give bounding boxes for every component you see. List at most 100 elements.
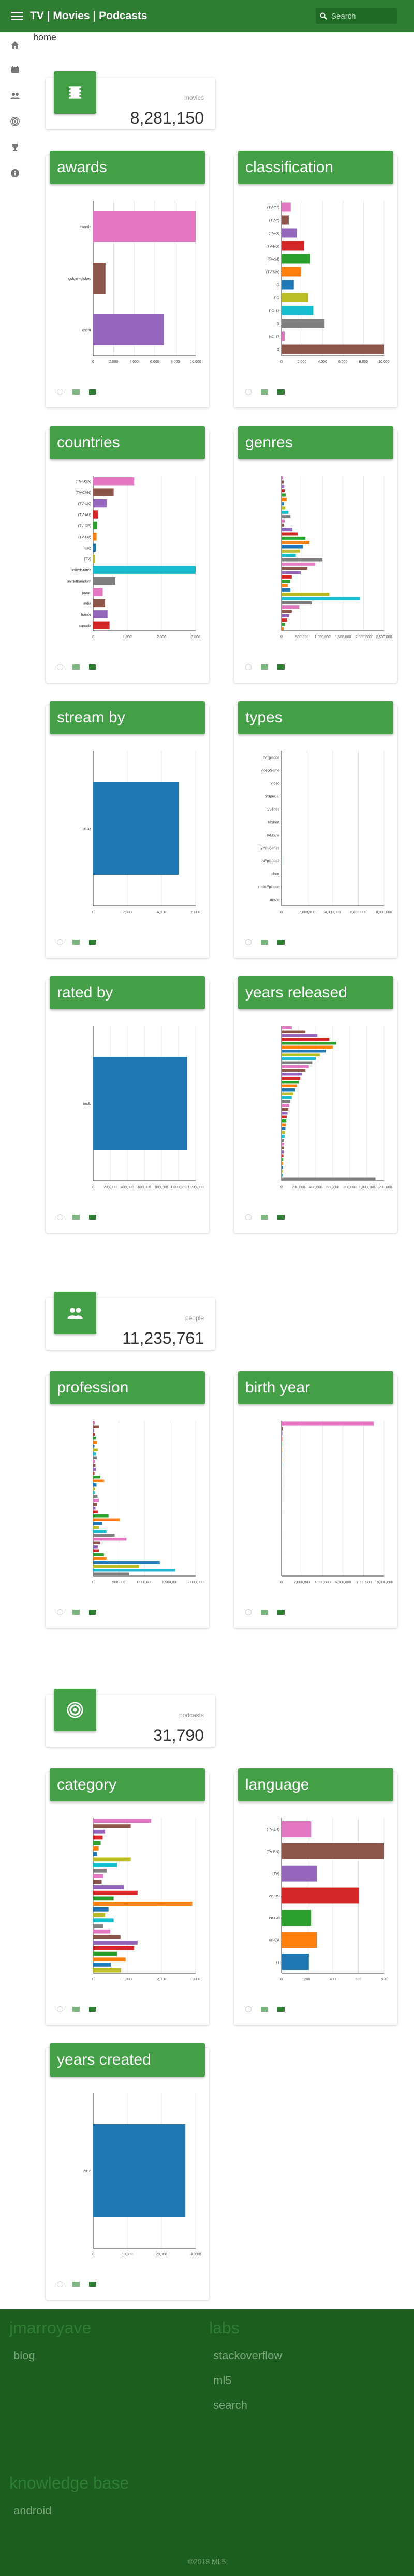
x-tick-label: 1,000 [123, 1978, 132, 1981]
x-tick-label: 800,000 [343, 1186, 356, 1189]
footer-link-ml5[interactable]: ml5 [213, 2374, 282, 2387]
list-icon[interactable] [261, 389, 268, 395]
footer-link-stackoverflow[interactable]: stackoverflow [213, 2349, 282, 2362]
bar [282, 610, 292, 613]
trophy-icon[interactable] [9, 142, 21, 153]
info-icon[interactable] [57, 389, 63, 395]
info-icon[interactable] [245, 939, 252, 945]
bar [282, 306, 314, 315]
list-icon[interactable] [72, 1215, 80, 1220]
bar [93, 1968, 122, 1973]
list-icon[interactable] [72, 2007, 80, 2012]
people-icon[interactable] [9, 90, 21, 101]
bar [282, 1131, 285, 1134]
chart-icon[interactable] [89, 2007, 96, 2012]
list-icon[interactable] [261, 940, 268, 945]
info-icon[interactable] [245, 1609, 252, 1615]
bar [282, 1427, 283, 1431]
info-icon[interactable] [57, 1609, 63, 1615]
bar [282, 1170, 283, 1173]
bar [93, 1561, 160, 1564]
category-label: en-GB [269, 1917, 280, 1920]
x-tick-label: 200,000 [292, 1186, 305, 1189]
chart-icon[interactable] [277, 1610, 285, 1615]
panel-footer [57, 664, 96, 670]
app-header: TV | Movies | Podcasts [0, 0, 414, 32]
footer-link-android[interactable]: android [13, 2504, 129, 2518]
podcast-icon [54, 1689, 96, 1731]
bar [282, 601, 312, 604]
info-icon[interactable] [9, 168, 21, 179]
menu-icon[interactable] [11, 12, 23, 20]
movie-icon[interactable] [9, 64, 21, 75]
chart-icon[interactable] [277, 2007, 285, 2012]
list-icon[interactable] [261, 1610, 268, 1615]
search-input[interactable] [330, 11, 392, 21]
info-icon[interactable] [245, 1214, 252, 1220]
info-icon[interactable] [57, 939, 63, 945]
list-icon[interactable] [72, 940, 80, 945]
x-tick-label: 200,000 [103, 1186, 116, 1189]
footer-link-search[interactable]: search [213, 2399, 282, 2412]
bar [282, 1123, 286, 1126]
category-label: short [271, 873, 279, 876]
bar [282, 1150, 284, 1154]
bar [93, 1957, 126, 1962]
category-label: (TV-G) [269, 232, 279, 236]
stat-label: movies [184, 94, 204, 101]
chart-icon[interactable] [277, 389, 285, 395]
list-icon[interactable] [261, 664, 268, 670]
list-icon[interactable] [261, 1215, 268, 1220]
list-icon[interactable] [72, 664, 80, 670]
info-icon[interactable] [57, 2281, 63, 2287]
breadcrumb[interactable]: home [33, 32, 56, 43]
bar [282, 1092, 294, 1095]
footer-heading: knowledge base [9, 2474, 129, 2492]
info-icon[interactable] [245, 389, 252, 395]
panel-footer [57, 2006, 96, 2012]
info-icon[interactable] [245, 2006, 252, 2012]
chart-icon[interactable] [277, 664, 285, 670]
chart-icon[interactable] [89, 1215, 96, 1220]
search-icon [320, 12, 327, 20]
bar [93, 2124, 186, 2217]
footer-link-blog[interactable]: blog [13, 2349, 91, 2362]
x-tick-label: 0 [280, 635, 283, 639]
home-icon[interactable] [9, 39, 21, 51]
panel-footer [245, 2006, 285, 2012]
podcast-icon[interactable] [9, 116, 21, 127]
category-label: awards [79, 225, 91, 229]
chart-icon[interactable] [89, 664, 96, 670]
x-tick-label: 20,000 [156, 2253, 167, 2256]
chart-icon[interactable] [89, 389, 96, 395]
info-icon[interactable] [245, 664, 252, 670]
bar [93, 1890, 138, 1895]
category-label: (TV-FR) [78, 536, 91, 539]
bar [282, 1115, 287, 1118]
list-icon[interactable] [72, 1610, 80, 1615]
category-label: tvMiniSeries [260, 847, 280, 851]
profession-chart: 0 500,000 1,000,000 1,500,000 2,000,000 [92, 1421, 204, 1584]
bar [282, 1843, 384, 1859]
info-icon[interactable] [57, 2006, 63, 2012]
site-footer: jmarroyave blog labs stackoverflow ml5 s… [0, 2309, 414, 2576]
x-tick-label: 2,000 [298, 360, 307, 364]
list-icon[interactable] [261, 2007, 268, 2012]
list-icon[interactable] [72, 2282, 80, 2287]
bar [282, 497, 287, 501]
chart-icon[interactable] [89, 1610, 96, 1615]
chart-icon[interactable] [277, 940, 285, 945]
category-label: (UK) [84, 547, 91, 550]
chart-icon[interactable] [277, 1215, 285, 1220]
info-icon[interactable] [57, 1214, 63, 1220]
list-icon[interactable] [72, 389, 80, 395]
info-icon[interactable] [57, 664, 63, 670]
bar [93, 1429, 94, 1432]
chart-icon[interactable] [89, 2282, 96, 2287]
bar [282, 1139, 284, 1142]
search-box[interactable] [316, 8, 397, 24]
chart-icon[interactable] [89, 940, 96, 945]
bar [93, 1846, 99, 1851]
bar [282, 1146, 284, 1149]
bar [282, 241, 304, 251]
